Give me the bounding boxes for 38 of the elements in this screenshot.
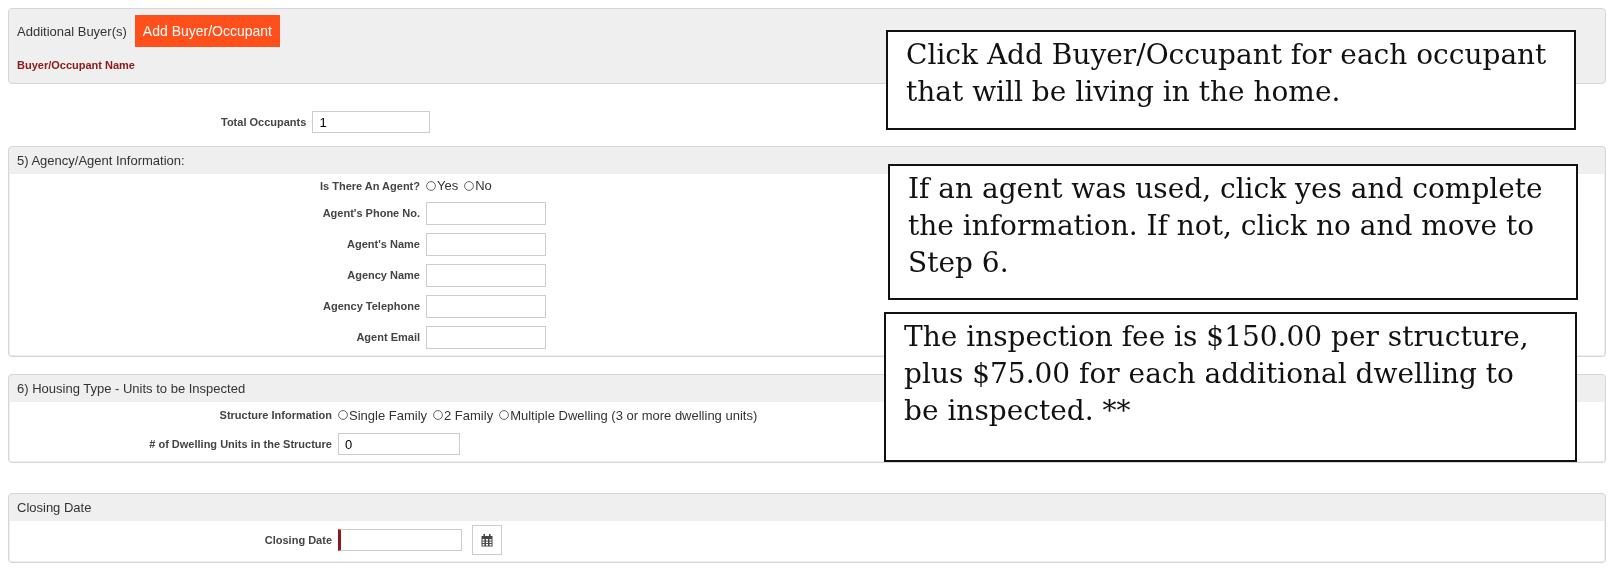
callout-note: The inspection fee is $150.00 per structure, plus $75.00 for each additional dwelling to be inspected. **	[884, 312, 1577, 462]
field-label: Is There An Agent?	[318, 179, 420, 192]
field-label: Agent's Name	[346, 238, 420, 250]
radio-option[interactable]: No	[464, 178, 492, 193]
field-label: # of Dwelling Units in the Structure	[148, 438, 332, 450]
text-field[interactable]	[426, 201, 546, 225]
column-header: Buyer/Occupant Name	[17, 59, 135, 71]
field-label: Agency Name	[346, 269, 420, 281]
calendar-icon	[481, 533, 493, 547]
radio-circle-icon	[426, 180, 436, 191]
radio-option[interactable]: Multiple Dwelling (3 or more dwelling units)	[499, 407, 758, 423]
radio-option[interactable]: 2 Family	[433, 407, 494, 423]
section-label: Additional Buyer(s)	[17, 23, 127, 39]
text-field[interactable]	[426, 232, 546, 256]
field-label: Agency Telephone	[322, 300, 420, 312]
closing-date-field[interactable]	[338, 529, 462, 551]
field-label: Agent Email	[355, 331, 420, 343]
text-field[interactable]	[426, 263, 546, 287]
section-title: 6) Housing Type - Units to be Inspected	[17, 380, 246, 396]
field-label: Closing Date	[263, 534, 332, 546]
text-field[interactable]	[426, 325, 546, 349]
text-field[interactable]	[426, 294, 546, 318]
radio-circle-icon	[338, 410, 348, 420]
section-title: 5) Agency/Agent Information:	[17, 153, 185, 168]
field-label: Agent's Phone No.	[321, 207, 420, 219]
section-title: Closing Date	[17, 500, 92, 515]
total-occupants-field[interactable]: 1	[312, 111, 431, 133]
field-label: Total Occupants	[221, 116, 307, 128]
dwelling-units-field[interactable]: 0	[338, 433, 460, 455]
callout-note: If an agent was used, click yes and complete the information. If not, click no and move to Step 6.	[888, 164, 1578, 300]
callout-note: Click Add Buyer/Occupant for each occupant that will be living in the home.	[886, 30, 1576, 130]
radio-circle-icon	[499, 410, 510, 420]
radio-option[interactable]: Yes	[426, 178, 459, 193]
radio-circle-icon	[433, 410, 444, 420]
field-label: Structure Information	[218, 409, 332, 422]
radio-option[interactable]: Single Family	[338, 407, 428, 423]
calendar-button[interactable]	[472, 525, 502, 555]
radio-circle-icon	[464, 180, 475, 191]
